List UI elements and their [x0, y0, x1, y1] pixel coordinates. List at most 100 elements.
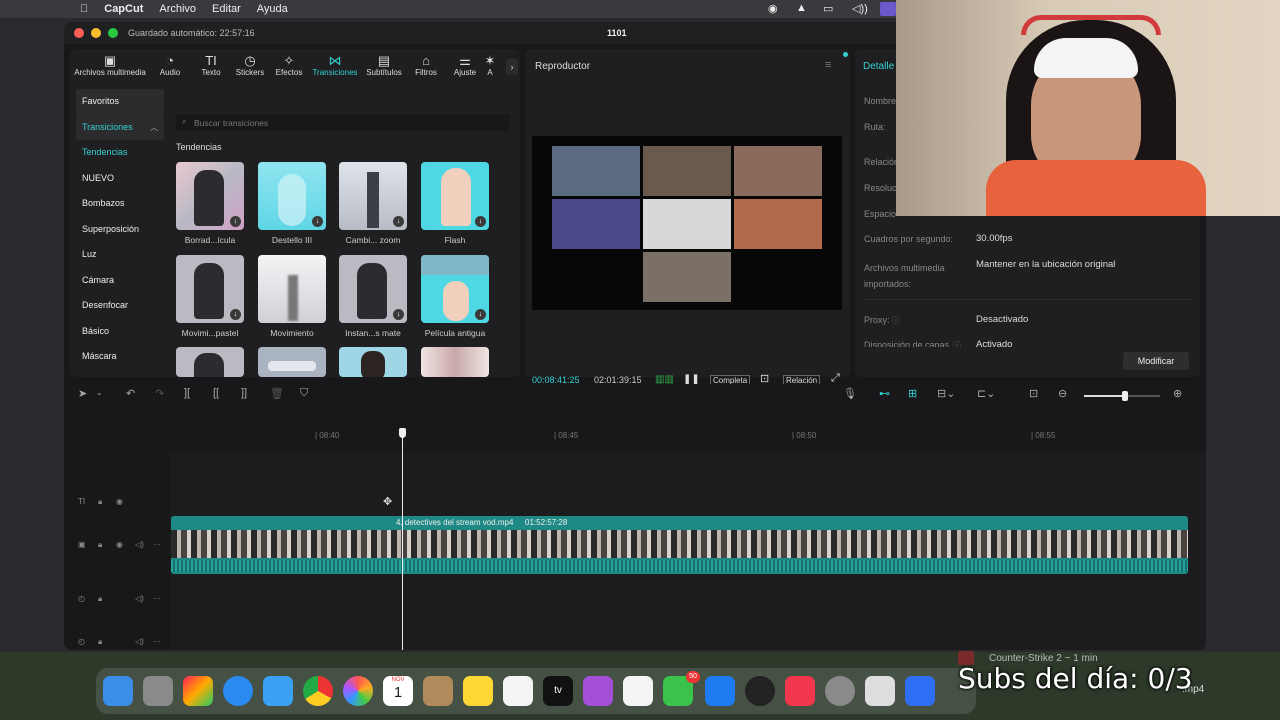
status-icon[interactable]: ▲	[796, 2, 807, 14]
sidebar-item-camara[interactable]: Cámara	[76, 268, 164, 294]
transition-thumb[interactable]: ↓	[339, 162, 407, 230]
transition-thumb[interactable]	[258, 347, 326, 377]
snap-icon[interactable]: ⊏⌄	[977, 387, 995, 400]
transition-thumb[interactable]	[339, 347, 407, 377]
lock-icon[interactable]: 🔒︎	[98, 540, 102, 550]
mute-icon[interactable]: ◁)	[135, 637, 144, 646]
video-preview[interactable]	[532, 136, 842, 310]
apple-tv-icon[interactable]: tv	[543, 676, 573, 706]
sidebar-item-favorites[interactable]: Favoritos	[76, 89, 164, 115]
info-icon[interactable]: ⓘ	[892, 315, 900, 326]
sidebar-item-mascara[interactable]: Máscara	[76, 344, 164, 370]
mute-icon[interactable]: ◁)	[135, 594, 144, 603]
search-box[interactable]: ⌕ Buscar transiciones	[176, 114, 510, 131]
transition-thumb[interactable]	[176, 347, 244, 377]
obs-icon[interactable]	[745, 676, 775, 706]
sidebar-item-luz[interactable]: Luz	[76, 242, 164, 268]
menu-app-name[interactable]: CapCut	[104, 3, 143, 15]
fit-icon[interactable]: ⊡	[1029, 387, 1038, 400]
download-icon[interactable]: ↓	[230, 216, 241, 227]
trim-left-icon[interactable]: [[	[213, 387, 219, 399]
lock-icon[interactable]: 🔒︎	[98, 594, 102, 604]
zoom-out-icon[interactable]: ⊖	[1058, 387, 1067, 400]
trim-right-icon[interactable]: ]]	[241, 387, 247, 399]
transition-thumb[interactable]: ↓	[339, 255, 407, 323]
lock-icon[interactable]: 🔒︎	[98, 637, 102, 647]
transition-thumb[interactable]: ↓	[421, 255, 489, 323]
menu-editar[interactable]: Editar	[212, 3, 241, 15]
apple-icon[interactable]: 	[80, 3, 88, 15]
sidebar-item-desenfocar[interactable]: Desenfocar	[76, 293, 164, 319]
photos-icon[interactable]	[343, 676, 373, 706]
undo-icon[interactable]: ↶	[126, 387, 135, 400]
playhead[interactable]	[399, 428, 406, 650]
microphone-icon[interactable]: 🎙	[843, 387, 857, 400]
sidebar-item-superposicion[interactable]: Superposición	[76, 217, 164, 243]
tab-effects[interactable]: ✧ Efectos	[270, 53, 308, 81]
freeform-icon[interactable]	[503, 676, 533, 706]
more-icon[interactable]: ···	[153, 594, 161, 603]
menu-ayuda[interactable]: Ayuda	[257, 3, 288, 15]
tab-text[interactable]: TI Texto	[192, 53, 230, 81]
magnet-icon[interactable]: ⊷	[879, 387, 890, 400]
safari-icon[interactable]	[223, 676, 253, 706]
music-icon[interactable]	[785, 676, 815, 706]
sidebar-item-nuevo[interactable]: NUEVO	[76, 166, 164, 192]
transition-thumb[interactable]	[421, 347, 489, 377]
status-icon[interactable]: ◉	[768, 2, 778, 15]
transition-thumb[interactable]: ↓	[421, 162, 489, 230]
zoom-window-button[interactable]	[108, 28, 118, 38]
preview-axis-icon[interactable]: ⊟⌄	[937, 387, 955, 400]
minimize-window-button[interactable]	[91, 28, 101, 38]
zoom-slider-handle[interactable]	[1122, 391, 1128, 401]
download-icon[interactable]: ↓	[475, 309, 486, 320]
tab-adjust[interactable]: ⚌ Ajuste	[446, 53, 484, 81]
system-settings-icon[interactable]	[825, 676, 855, 706]
split-icon[interactable]: ][	[184, 387, 190, 399]
transition-thumb[interactable]	[258, 255, 326, 323]
tab-more[interactable]: ✶ A	[484, 53, 496, 81]
menu-archivo[interactable]: Archivo	[159, 3, 196, 15]
link-icon[interactable]: ⊞	[908, 387, 917, 400]
notes-icon[interactable]	[463, 676, 493, 706]
sidebar-item-bombazos[interactable]: Bombazos	[76, 191, 164, 217]
download-icon[interactable]: ↓	[312, 216, 323, 227]
chevron-down-icon[interactable]: ⌄	[96, 388, 103, 397]
sidebar-item-transitions[interactable]: Transiciones ︿	[76, 114, 164, 140]
tab-transitions[interactable]: ⋈ Transiciones	[308, 53, 362, 81]
download-icon[interactable]: ↓	[393, 216, 404, 227]
download-icon[interactable]: ↓	[393, 309, 404, 320]
chevron-right-icon[interactable]: ›	[506, 59, 518, 75]
podcasts-icon[interactable]	[583, 676, 613, 706]
sidebar-item-basico[interactable]: Básico	[76, 319, 164, 345]
calculator-icon[interactable]	[143, 676, 173, 706]
more-icon[interactable]: ···	[153, 637, 161, 646]
zoom-in-icon[interactable]: ⊕	[1173, 387, 1182, 400]
launchpad-icon[interactable]	[183, 676, 213, 706]
eye-icon[interactable]: ◉	[116, 540, 123, 549]
tab-filters[interactable]: ⌂ Filtros	[406, 53, 446, 81]
mute-icon[interactable]: ◁)	[135, 540, 144, 549]
transition-thumb[interactable]: ↓	[176, 255, 244, 323]
redo-icon[interactable]: ↷	[155, 387, 164, 400]
select-tool-icon[interactable]: ➤	[78, 387, 87, 400]
eye-icon[interactable]: ◉	[116, 497, 123, 506]
search-input[interactable]: Buscar transiciones	[194, 118, 268, 128]
roblox-icon[interactable]	[905, 676, 935, 706]
zoom-slider[interactable]	[1084, 391, 1160, 401]
status-icon[interactable]	[880, 2, 896, 16]
delete-icon[interactable]: 🗑	[270, 387, 284, 400]
more-icon[interactable]: ···	[153, 540, 161, 549]
display-icon[interactable]: ▭	[823, 2, 833, 15]
tab-media[interactable]: ▣ Archivos multimedia	[72, 53, 148, 81]
lock-icon[interactable]: 🔒︎	[98, 497, 102, 507]
volume-icon[interactable]: ◁))	[852, 2, 868, 15]
transition-thumb[interactable]: ↓	[258, 162, 326, 230]
tab-stickers[interactable]: ◷ Stickers	[230, 53, 270, 81]
transition-thumb[interactable]: ↓	[176, 162, 244, 230]
tab-audio[interactable]: ◔ Audio	[148, 53, 192, 81]
modify-button[interactable]: Modificar	[1123, 352, 1189, 370]
reminders-icon[interactable]	[623, 676, 653, 706]
app-store-icon[interactable]	[705, 676, 735, 706]
calendar-icon[interactable]: NOV 1	[383, 676, 413, 706]
